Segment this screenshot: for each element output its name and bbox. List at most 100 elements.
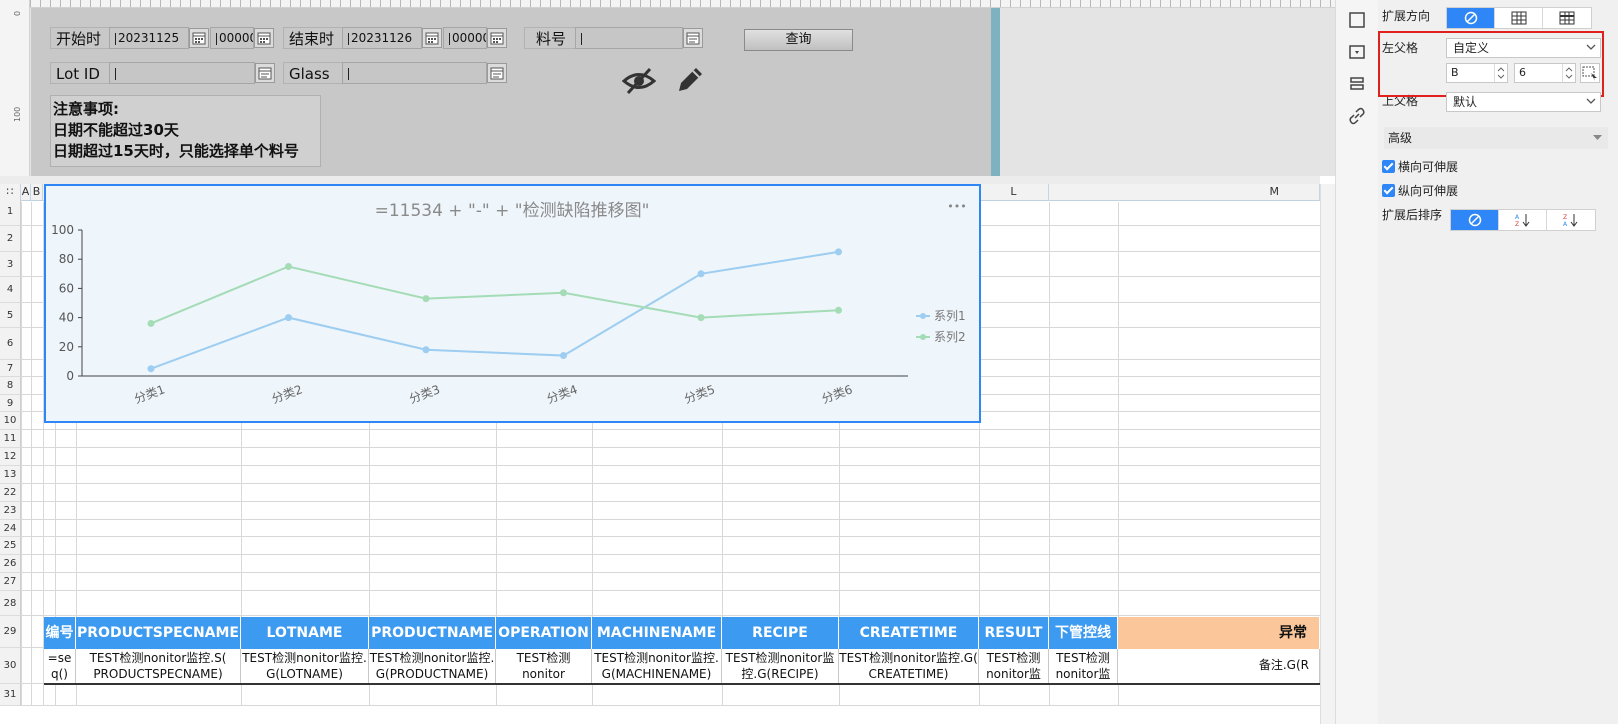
column-header-a[interactable]: A — [21, 184, 31, 201]
row-header-30[interactable]: 30 — [0, 648, 21, 684]
row-header-10[interactable]: 10 — [0, 412, 21, 430]
vertical-scrollbar[interactable] — [1320, 184, 1335, 724]
row-header-5[interactable]: 5 — [0, 303, 21, 328]
x-tick-label: 分类1 — [132, 382, 167, 406]
data-point — [697, 270, 705, 278]
lot-id-input[interactable] — [109, 62, 255, 84]
sort-after-expand-label: 扩展后排序 — [1382, 208, 1443, 222]
table-cell-4[interactable]: TEST检测nonitor监控.G( — [496, 649, 592, 683]
column-header-m[interactable]: M — [1049, 184, 1320, 201]
table-cell-line: TEST检测nonitor监控. — [242, 651, 367, 665]
row-header-7[interactable]: 7 — [0, 360, 21, 377]
left-parent-label: 左父格 — [1382, 41, 1419, 55]
time-picker-icon[interactable] — [254, 28, 274, 48]
start-time-input[interactable]: 000000 — [210, 27, 254, 49]
row-header-9[interactable]: 9 — [0, 395, 21, 412]
table-cell-5[interactable]: TEST检测nonitor监控. G(MACHINENAME) — [592, 649, 722, 683]
sort-ascending-option[interactable]: AZ — [1499, 210, 1547, 230]
sort-descending-option[interactable]: ZA — [1547, 210, 1595, 230]
row-gridline — [21, 615, 1320, 616]
hyperlink-icon[interactable] — [1348, 107, 1366, 125]
row-header-2[interactable]: 2 — [0, 226, 21, 252]
table-cell-0[interactable]: =se q() — [44, 649, 76, 683]
cell-style-icon[interactable] — [1348, 75, 1366, 93]
row-header-31[interactable]: 31 — [0, 684, 21, 706]
left-parent-col-spinner[interactable]: B — [1446, 63, 1508, 83]
picker-icon[interactable] — [683, 28, 703, 48]
cell-select-icon[interactable] — [1580, 63, 1600, 83]
text-caret — [115, 32, 116, 45]
cell-widget-icon[interactable] — [1348, 43, 1366, 61]
line-chart[interactable]: =11534 + "-" + "检测缺陷推移图" ••• 0 20 40 60 80 100 分… — [44, 184, 981, 423]
row-header-27[interactable]: 27 — [0, 573, 21, 591]
no-sort-option[interactable] — [1451, 210, 1499, 230]
row-header-11[interactable]: 11 — [0, 430, 21, 448]
ruler-mark-100: 100 — [13, 106, 22, 122]
table-cell-10[interactable]: 备注.G(R — [1118, 649, 1320, 683]
start-date-input[interactable]: 20231125 — [109, 27, 189, 49]
row-header-28[interactable]: 28 — [0, 591, 21, 616]
material-input[interactable] — [575, 27, 683, 49]
row-gridline — [21, 429, 1320, 430]
query-button[interactable]: 查询 — [744, 29, 853, 51]
no-expand-option[interactable] — [1447, 8, 1495, 28]
picker-icon[interactable] — [487, 63, 507, 83]
row-header-4[interactable]: 4 — [0, 277, 21, 303]
x-tick-label: 分类4 — [545, 382, 580, 406]
row-header-3[interactable]: 3 — [0, 252, 21, 277]
row-header-25[interactable]: 25 — [0, 537, 21, 555]
left-parent-select[interactable]: 自定义 — [1446, 38, 1601, 58]
calendar-icon[interactable] — [189, 28, 209, 48]
table-cell-9[interactable]: TEST检测 nonitor监控. — [1049, 649, 1118, 683]
h-expand-checkbox[interactable] — [1382, 160, 1395, 173]
time-picker-icon[interactable] — [487, 28, 507, 48]
row-header-8[interactable]: 8 — [0, 377, 21, 395]
chart-canvas: =11534 + "-" + "检测缺陷推移图" ••• 0 20 40 60 80 100 分… — [51, 200, 967, 406]
table-cell-line: TEST检测nonitor — [516, 651, 571, 681]
data-point — [835, 306, 842, 314]
row-header-23[interactable]: 23 — [0, 502, 21, 520]
table-cell-8[interactable]: TEST检测 nonitor监控. — [979, 649, 1049, 683]
svg-text:A: A — [1515, 214, 1520, 221]
row-header-26[interactable]: 26 — [0, 555, 21, 573]
text-caret — [216, 32, 217, 45]
picker-icon[interactable] — [255, 63, 275, 83]
row-header-6[interactable]: 6 — [0, 328, 21, 360]
table-cell-7[interactable]: TEST检测nonitor监控.G(CREATETIME) — [839, 649, 979, 683]
expand-direction-label: 扩展方向 — [1382, 9, 1431, 23]
end-time-input[interactable]: 000000 — [443, 27, 487, 49]
table-cell-line: q() — [51, 667, 68, 681]
h-expand-label: 横向可伸展 — [1398, 160, 1459, 174]
table-cell-1[interactable]: TEST检测nonitor监控.S(PRODUCTSPECNAME) — [76, 649, 241, 683]
table-cell-line: 控.G(RECIPE) — [741, 667, 819, 681]
chevron-down-icon — [1586, 98, 1596, 104]
row-header-29[interactable]: 29 — [0, 616, 21, 648]
more-menu-icon[interactable]: ••• — [947, 200, 966, 213]
end-date-input[interactable]: 20231126 — [342, 27, 422, 49]
advanced-section[interactable]: 高级 — [1384, 127, 1608, 149]
column-header-b[interactable]: B — [31, 184, 43, 201]
left-parent-row-spinner[interactable]: 6 — [1514, 63, 1576, 83]
pencil-icon[interactable] — [674, 64, 706, 96]
v-expand-checkbox[interactable] — [1382, 184, 1395, 197]
end-date-value: 20231126 — [351, 31, 413, 45]
row-header-12[interactable]: 12 — [0, 448, 21, 466]
row-header-22[interactable]: 22 — [0, 484, 21, 502]
table-cell-2[interactable]: TEST检测nonitor监控. G(LOTNAME) — [241, 649, 369, 683]
table-cell-3[interactable]: TEST检测nonitor监控. G(PRODUCTNAME) — [369, 649, 496, 683]
svg-text:A: A — [1563, 221, 1568, 227]
vertical-expand-option[interactable] — [1495, 8, 1543, 28]
row-header-13[interactable]: 13 — [0, 466, 21, 484]
hide-eye-icon[interactable] — [622, 66, 656, 96]
row-header-1[interactable]: 1 — [0, 197, 21, 226]
top-parent-select[interactable]: 默认 — [1446, 92, 1601, 112]
legend-marker — [920, 313, 926, 319]
row-header-24[interactable]: 24 — [0, 520, 21, 537]
table-cell-6[interactable]: TEST检测nonitor监 控.G(RECIPE) — [722, 649, 839, 683]
glass-input[interactable] — [342, 62, 487, 84]
column-header-l[interactable]: L — [979, 184, 1049, 201]
cell-element-icon[interactable] — [1348, 11, 1366, 29]
y-tick-label: 40 — [59, 311, 74, 325]
horizontal-expand-option[interactable] — [1543, 8, 1591, 28]
calendar-icon[interactable] — [422, 28, 442, 48]
